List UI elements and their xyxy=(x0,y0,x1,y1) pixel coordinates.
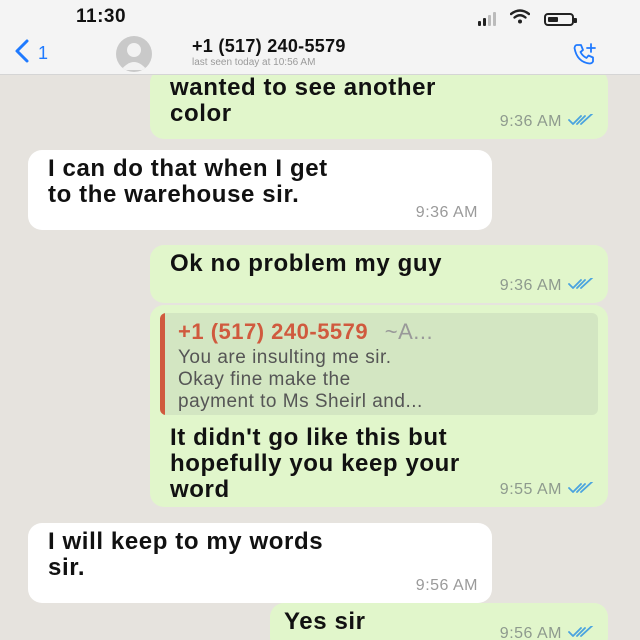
message-time: 9:36 AM xyxy=(415,204,478,221)
status-bar: 11:30 xyxy=(0,0,640,34)
chat-header: 1 +1 (517) 240-5579 last seen today at 1… xyxy=(0,34,640,75)
read-receipt-icon xyxy=(568,477,594,503)
message-bubble-outgoing[interactable]: Yes sir 9:56 AM xyxy=(270,603,608,640)
message-time: 9:55 AM xyxy=(499,481,562,498)
message-bubble-outgoing[interactable]: wanted to see another color 9:36 AM xyxy=(150,75,608,139)
message-text: I can do that when I get to the warehous… xyxy=(48,155,328,208)
chevron-left-icon xyxy=(14,38,30,69)
message-time: 9:56 AM xyxy=(415,577,478,594)
quoted-author-number: +1 (517) 240-5579 xyxy=(178,319,369,344)
chat-area[interactable]: wanted to see another color 9:36 AM I ca… xyxy=(0,75,640,640)
wifi-icon xyxy=(509,9,531,29)
message-time: 9:36 AM xyxy=(499,277,562,294)
unread-count: 1 xyxy=(38,43,49,63)
message-time: 9:36 AM xyxy=(499,113,562,130)
person-placeholder-icon xyxy=(121,43,147,70)
contact-name[interactable]: +1 (517) 240-5579 xyxy=(192,36,346,57)
read-receipt-icon xyxy=(568,273,594,299)
message-meta: 9:36 AM xyxy=(500,109,594,135)
message-meta: 9:36 AM xyxy=(416,200,478,226)
message-bubble-outgoing[interactable]: Ok no problem my guy 9:36 AM xyxy=(150,245,608,303)
status-icons xyxy=(478,9,577,29)
message-meta: 9:56 AM xyxy=(416,573,478,599)
quoted-author-suffix: ~A... xyxy=(384,319,434,344)
quote-accent-bar xyxy=(160,313,165,415)
signal-icon xyxy=(478,12,496,26)
message-bubble-reply[interactable]: +1 (517) 240-5579 ~A... You are insultin… xyxy=(150,305,608,507)
battery-icon xyxy=(544,12,577,26)
quoted-message[interactable]: +1 (517) 240-5579 ~A... You are insultin… xyxy=(160,313,598,415)
read-receipt-icon xyxy=(568,621,594,640)
message-meta: 9:56 AM xyxy=(500,621,594,640)
message-bubble-incoming[interactable]: I will keep to my words sir. 9:56 AM xyxy=(28,523,492,603)
message-text: I will keep to my words sir. xyxy=(48,528,324,581)
message-time: 9:56 AM xyxy=(499,625,562,640)
status-time: 11:30 xyxy=(76,6,127,27)
add-call-icon xyxy=(573,43,596,65)
message-bubble-incoming[interactable]: I can do that when I get to the warehous… xyxy=(28,150,492,230)
read-receipt-icon xyxy=(568,109,594,135)
message-meta: 9:36 AM xyxy=(500,273,594,299)
add-call-button[interactable] xyxy=(572,42,598,71)
last-seen-status: last seen today at 10:56 AM xyxy=(192,57,316,68)
back-button[interactable]: 1 xyxy=(14,38,48,69)
avatar[interactable] xyxy=(116,36,152,72)
quoted-text: You are insulting me sir. Okay fine make… xyxy=(178,347,423,412)
quoted-author: +1 (517) 240-5579 ~A... xyxy=(178,319,433,345)
message-meta: 9:55 AM xyxy=(500,477,594,503)
